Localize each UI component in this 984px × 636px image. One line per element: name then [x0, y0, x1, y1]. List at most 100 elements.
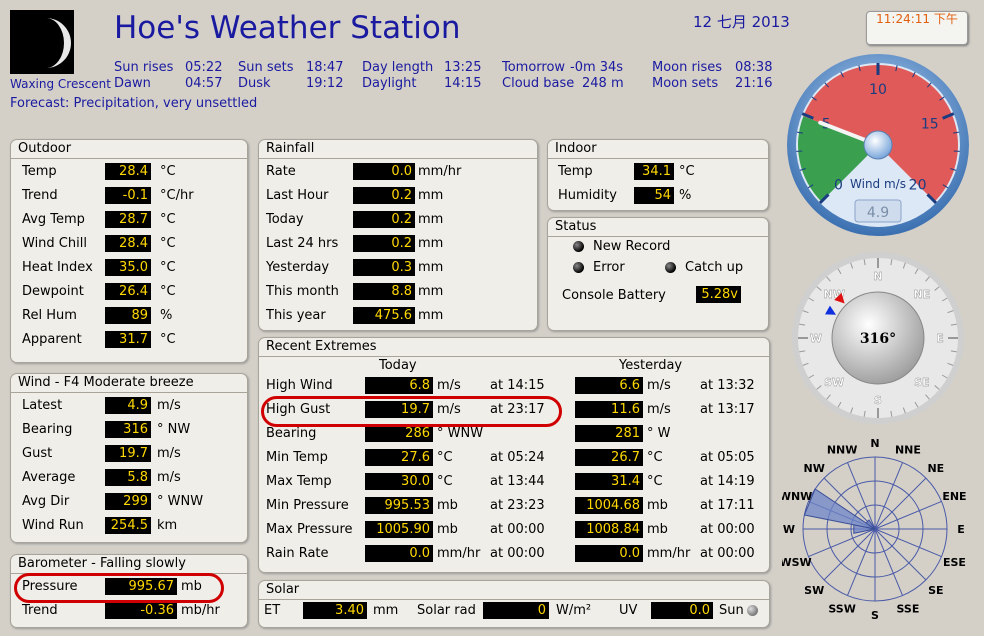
compass-dir-W: W: [810, 332, 822, 345]
outdoor-2-unit: °C: [160, 212, 176, 227]
rainfall-6-unit: mm: [418, 308, 444, 323]
rose-label-WSW: WSW: [782, 556, 812, 569]
rose-label-NNW: NNW: [827, 444, 858, 457]
solar-panel: Solar ET 3.40 mm Solar rad 0 W/m² UV 0.0…: [258, 580, 770, 628]
indoor-1-value: 54: [634, 187, 674, 204]
wind-4-label: Avg Dir: [22, 494, 70, 509]
wind-5-label: Wind Run: [22, 518, 84, 533]
moon-rises-value: 08:38: [735, 60, 773, 75]
compass-bearing-text: 316°: [860, 331, 896, 347]
wind-speed-gauge: 05101520 Wind m/s 4.9: [787, 54, 969, 236]
moon-sets-label: Moon sets: [652, 76, 719, 91]
rainfall-5-label: This month: [266, 284, 339, 299]
et-label: ET: [264, 603, 281, 618]
solar-rad-value: 0: [483, 602, 549, 619]
extremes-5-label: Min Pressure: [266, 498, 349, 513]
rose-spoke-10: [823, 528, 876, 581]
day-length-label: Day length: [362, 60, 434, 75]
tomorrow-value: -0m 34s: [570, 60, 624, 75]
extremes-4-today-value: 30.0: [365, 473, 433, 490]
extremes-2-today-value: 286: [365, 425, 433, 442]
wind-1-value: 316: [105, 421, 151, 438]
rainfall-title: Rainfall: [259, 140, 537, 159]
extremes-4-yesterday-time: at 14:19: [700, 474, 755, 489]
rose-label-N: N: [870, 438, 879, 450]
rainfall-2-value: 0.2: [353, 211, 415, 228]
extremes-0-yesterday-unit: m/s: [647, 378, 671, 393]
rainfall-5-value: 8.8: [353, 283, 415, 300]
wind-1-label: Bearing: [22, 422, 73, 437]
cloud-base-label: Cloud base: [502, 76, 575, 91]
extremes-0-today-value: 6.8: [365, 377, 433, 394]
extremes-6-yesterday-value: 1008.84: [575, 521, 643, 538]
rose-label-ESE: ESE: [943, 556, 966, 569]
uv-label: UV: [619, 603, 638, 618]
rose-label-ENE: ENE: [942, 490, 966, 503]
wind-title: Wind - F4 Moderate breeze: [11, 374, 247, 393]
rainfall-3-value: 0.2: [353, 235, 415, 252]
wind-rose: N NNE NE ENE E ESE SE SSE S SSW SW WSW W WNW NWNNW: [782, 438, 967, 622]
sun-sets-label: Sun sets: [238, 60, 294, 75]
catch-up-label: Catch up: [685, 260, 744, 275]
rainfall-4-value: 0.3: [353, 259, 415, 276]
pressure-highlight: [14, 573, 224, 603]
extremes-4-today-time: at 13:44: [490, 474, 545, 489]
barometer-title: Barometer - Falling slowly: [11, 555, 247, 574]
gauge-tick-label-10: 10: [869, 82, 887, 98]
wind-1-unit: ° NW: [157, 422, 191, 437]
wind-5-unit: km: [157, 518, 178, 533]
sun-rises-value: 05:22: [185, 60, 223, 75]
rose-label-SE: SE: [928, 584, 943, 597]
rainfall-2-unit: mm: [418, 212, 444, 227]
moon-sets-value: 21:16: [735, 76, 773, 91]
rose-spoke-2: [874, 477, 927, 530]
wind-3-unit: m/s: [157, 470, 181, 485]
extremes-2-today-unit: ° WNW: [437, 426, 484, 441]
moon-phase-image: [10, 10, 74, 74]
rose-label-WNW: WNW: [782, 490, 812, 503]
wind-4-value: 299: [105, 493, 151, 510]
sun-led: [747, 605, 758, 616]
solar-rad-unit: W/m²: [556, 603, 592, 618]
extremes-0-label: High Wind: [266, 378, 333, 393]
extremes-7-today-value: 0.0: [365, 545, 433, 562]
extremes-6-today-time: at 00:00: [490, 522, 545, 537]
rose-label-NE: NE: [927, 462, 944, 475]
rainfall-1-value: 0.2: [353, 187, 415, 204]
console-battery-label: Console Battery: [562, 288, 666, 303]
et-unit: mm: [373, 603, 399, 618]
error-label: Error: [593, 260, 625, 275]
rainfall-0-unit: mm/hr: [418, 164, 462, 179]
extremes-7-label: Rain Rate: [266, 546, 329, 561]
gauge-tick-label-20: 20: [909, 178, 927, 194]
compass-dir-NE: NE: [913, 288, 930, 301]
dawn-value: 04:57: [185, 76, 223, 91]
extremes-title: Recent Extremes: [259, 338, 769, 357]
day-length-value: 13:25: [444, 60, 482, 75]
indoor-0-label: Temp: [558, 164, 593, 179]
extremes-3-yesterday-value: 26.7: [575, 449, 643, 466]
indoor-1-unit: %: [679, 188, 692, 203]
rose-label-SW: SW: [804, 584, 824, 597]
wind-0-label: Latest: [22, 398, 63, 413]
forecast-text: Forecast: Precipitation, very unsettled: [10, 96, 258, 111]
outdoor-4-value: 35.0: [105, 259, 151, 276]
date-label: 12 七月 2013: [693, 13, 790, 31]
rainfall-3-label: Last 24 hrs: [266, 236, 339, 251]
extremes-5-yesterday-unit: mb: [647, 498, 668, 513]
daylight-value: 14:15: [444, 76, 482, 91]
outdoor-4-unit: °C: [160, 260, 176, 275]
gauge-label: Wind m/s: [850, 177, 906, 191]
outdoor-5-value: 26.4: [105, 283, 151, 300]
outdoor-0-unit: °C: [160, 164, 176, 179]
outdoor-1-label: Trend: [22, 188, 58, 203]
rose-label-SSW: SSW: [828, 602, 855, 615]
rainfall-1-unit: mm: [418, 188, 444, 203]
rainfall-6-label: This year: [266, 308, 326, 323]
console-battery-value: 5.28v: [696, 286, 741, 303]
sun-sets-value: 18:47: [306, 60, 344, 75]
rose-label-NW: NW: [804, 462, 825, 475]
extremes-5-yesterday-time: at 17:11: [700, 498, 755, 513]
outdoor-7-label: Apparent: [22, 332, 82, 347]
gauge-readout: 4.9: [867, 205, 889, 221]
